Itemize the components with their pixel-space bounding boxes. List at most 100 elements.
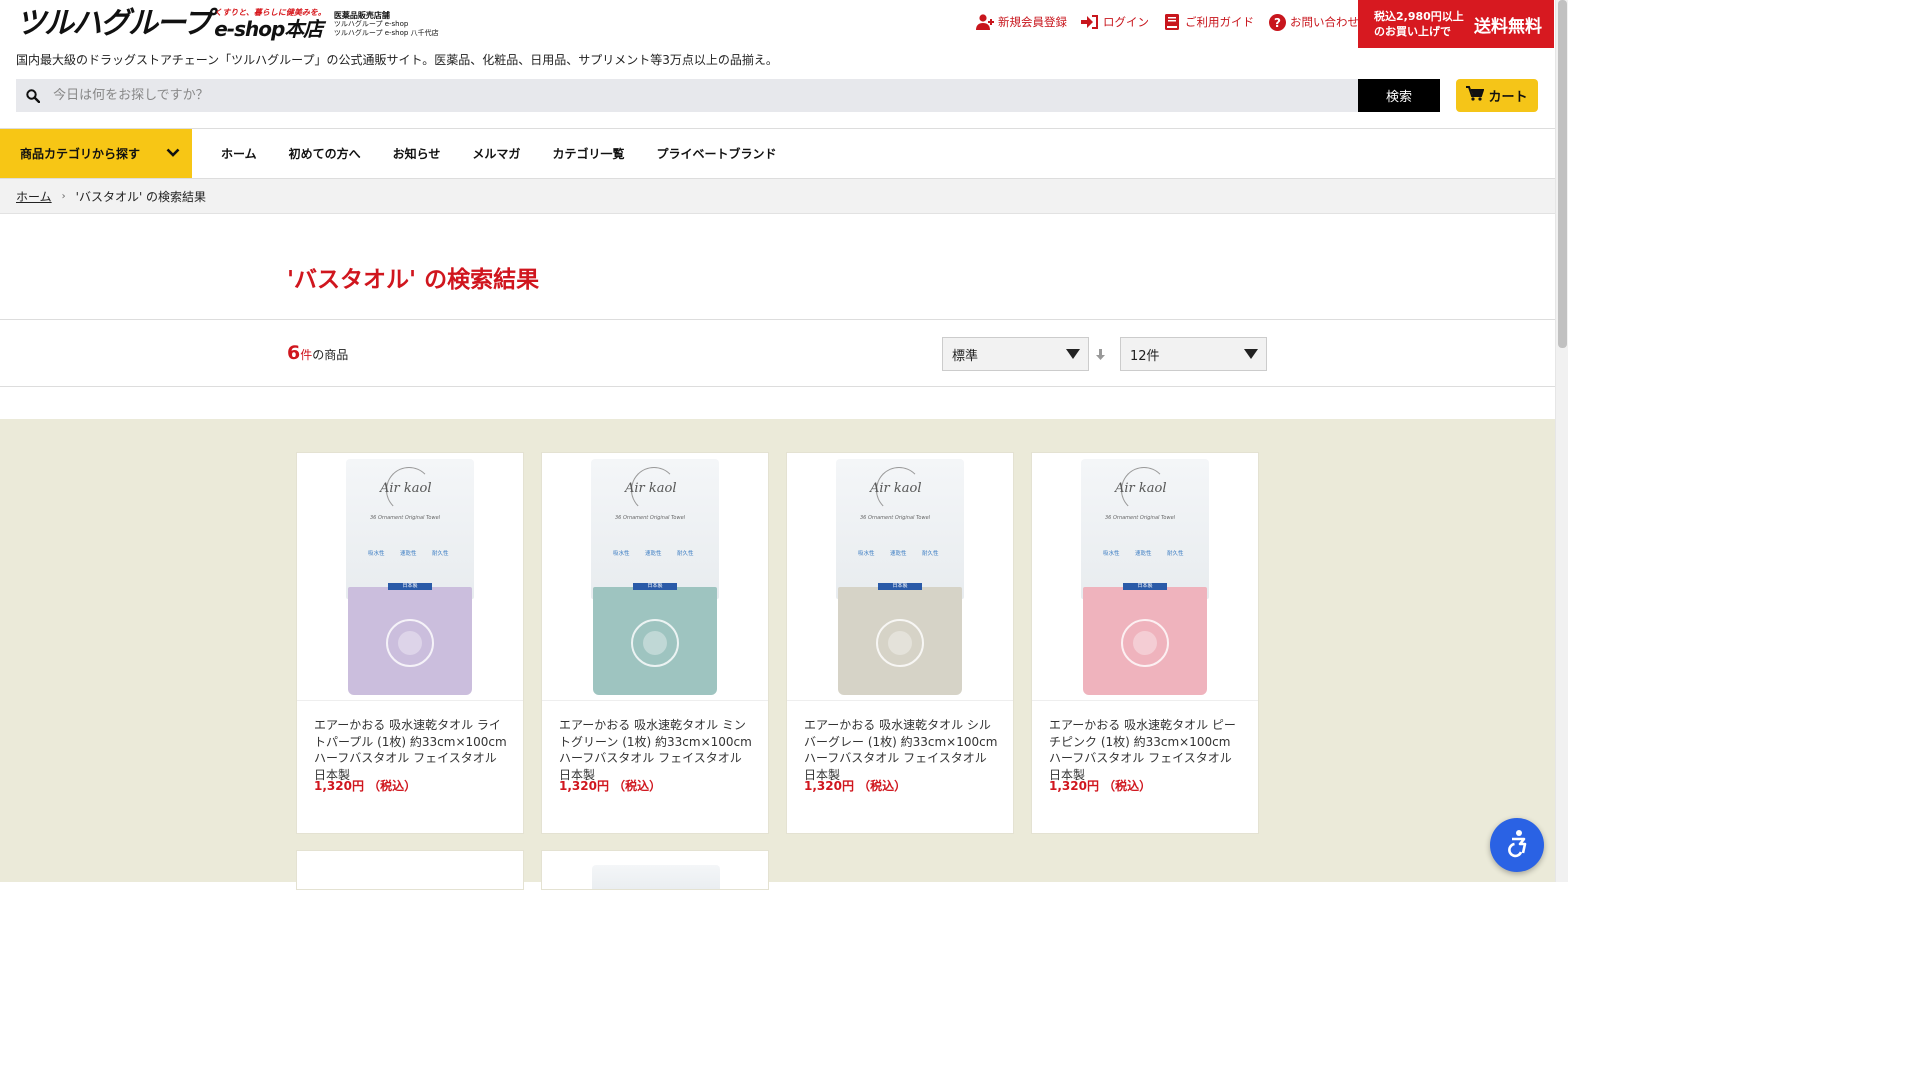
nav-link-newsletter[interactable]: メルマガ	[456, 145, 536, 162]
nav-link-categories[interactable]: カテゴリ一覧	[536, 145, 640, 162]
nav-link-private-brand[interactable]: プライベートブランド	[640, 145, 792, 162]
logo-license: 医薬品販売店舗	[333, 11, 390, 20]
product-name[interactable]: エアーかおる 吸水速乾タオル シルバーグレー (1枚) 約33cm×100cm …	[804, 717, 1000, 783]
page-title: 'バスタオル' の検索結果	[287, 267, 540, 293]
product-card[interactable]: Air kaol 36 Ornament Original Towel 吸水性 …	[1031, 452, 1259, 834]
breadcrumb-home[interactable]: ホーム	[16, 188, 52, 205]
sort-select-value: 標準	[952, 348, 979, 364]
package-made-in: 日本製	[388, 582, 432, 590]
register-label: 新規会員登録	[998, 15, 1067, 29]
nav-link-home[interactable]: ホーム	[205, 145, 273, 162]
search-button[interactable]: 検索	[1358, 79, 1440, 112]
product-card[interactable]	[296, 850, 524, 890]
nav-link-beginners[interactable]: 初めての方へ	[273, 145, 377, 162]
product-name[interactable]: エアーかおる 吸水速乾タオル ライトパープル (1枚) 約33cm×100cm …	[314, 717, 510, 783]
shipping-free-label: 送料無料	[1474, 16, 1542, 37]
cart-icon	[1466, 86, 1485, 105]
product-image[interactable]	[592, 865, 720, 889]
guide-icon	[1163, 13, 1181, 31]
product-name[interactable]: エアーかおる 吸水速乾タオル ピーチピンク (1枚) 約33cm×100cm ハ…	[1049, 717, 1245, 783]
scrollbar-thumb[interactable]	[1558, 0, 1567, 348]
package-brand: Air kaol	[870, 480, 922, 496]
site-header: ツルハグループ くすりと、暮らしに健美みを。 e-shop本店 医薬品販売店舗 …	[0, 0, 1555, 128]
package-made-in: 日本製	[1123, 582, 1167, 590]
package-feature: 吸水性	[858, 550, 875, 557]
product-name[interactable]: エアーかおる 吸水速乾タオル ミントグリーン (1枚) 約33cm×100cm …	[559, 717, 755, 783]
user-add-icon	[976, 13, 994, 31]
search-bar	[16, 79, 1358, 112]
towel-package-image: Air kaol 36 Ornament Original Towel 吸水性 …	[346, 458, 474, 695]
site-logo[interactable]: ツルハグループ くすりと、暮らしに健美みを。 e-shop本店 医薬品販売店舗 …	[16, 8, 439, 41]
product-price: 1,320円 （税込）	[1049, 779, 1152, 793]
package-feature: 速乾性	[645, 550, 662, 557]
main-nav: 商品カテゴリから探す ホーム 初めての方へ お知らせ メルマガ カテゴリ一覧 プ…	[0, 128, 1555, 179]
package-feature: 吸水性	[613, 550, 630, 557]
package-feature: 耐久性	[922, 550, 939, 557]
package-feature: 速乾性	[890, 550, 907, 557]
chevron-down-icon	[166, 147, 180, 161]
package-brand: Air kaol	[1115, 480, 1167, 496]
logo-store1: ツルハグループ e-shop	[333, 20, 409, 28]
page-scrollbar[interactable]	[1555, 0, 1568, 882]
per-page-select[interactable]: 12件	[1120, 337, 1267, 371]
dropdown-arrow-icon	[1244, 349, 1258, 359]
contact-label: お問い合わせ	[1290, 15, 1359, 29]
package-sub: 36 Ornament Original Towel	[1105, 514, 1176, 521]
package-made-in: 日本製	[878, 582, 922, 590]
guide-label: ご利用ガイド	[1185, 15, 1254, 29]
accessibility-button[interactable]	[1490, 818, 1544, 872]
breadcrumb: ホーム › 'バスタオル' の検索結果	[0, 179, 1555, 214]
guide-link[interactable]: ご利用ガイド	[1163, 12, 1254, 32]
category-menu-button[interactable]: 商品カテゴリから探す	[0, 129, 192, 178]
cart-button[interactable]: カート	[1456, 79, 1538, 112]
category-menu-label: 商品カテゴリから探す	[20, 147, 141, 161]
package-feature: 速乾性	[400, 550, 417, 557]
register-link[interactable]: 新規会員登録	[976, 12, 1067, 32]
package-sub: 36 Ornament Original Towel	[370, 514, 441, 521]
package-brand: Air kaol	[625, 480, 677, 496]
product-card[interactable]: Air kaol 36 Ornament Original Towel 吸水性 …	[296, 452, 524, 834]
login-link[interactable]: ログイン	[1081, 12, 1149, 32]
towel-package-image: Air kaol 36 Ornament Original Towel 吸水性 …	[591, 458, 719, 695]
contact-link[interactable]: ? お問い合わせ	[1268, 12, 1359, 32]
sort-select[interactable]: 標準	[942, 337, 1089, 371]
product-grid: Air kaol 36 Ornament Original Towel 吸水性 …	[0, 419, 1555, 890]
product-image[interactable]: Air kaol 36 Ornament Original Towel 吸水性 …	[1032, 453, 1258, 701]
search-icon	[16, 88, 49, 103]
svg-text:?: ?	[1274, 16, 1281, 30]
package-made-in: 日本製	[633, 582, 677, 590]
shipping-condition: 税込2,980円以上のお買い上げで	[1374, 10, 1464, 38]
dropdown-arrow-icon	[1066, 349, 1080, 359]
result-count-unit: 件	[300, 348, 313, 362]
search-input[interactable]	[53, 88, 1358, 103]
package-feature: 吸水性	[368, 550, 385, 557]
product-card[interactable]	[541, 850, 769, 890]
package-sub: 36 Ornament Original Towel	[615, 514, 686, 521]
login-label: ログイン	[1103, 15, 1149, 29]
product-card[interactable]: Air kaol 36 Ornament Original Towel 吸水性 …	[786, 452, 1014, 834]
package-feature: 耐久性	[432, 550, 449, 557]
top-links: 新規会員登録 ログイン ご利用ガイド ? お問い合わせ	[976, 12, 1359, 32]
package-feature: 速乾性	[1135, 550, 1152, 557]
nav-link-news[interactable]: お知らせ	[377, 145, 457, 162]
product-price: 1,320円 （税込）	[804, 779, 907, 793]
free-shipping-banner[interactable]: 税込2,980円以上のお買い上げで 送料無料	[1358, 0, 1554, 48]
product-image[interactable]: Air kaol 36 Ornament Original Towel 吸水性 …	[542, 453, 768, 701]
accessibility-icon	[1502, 828, 1532, 862]
cart-label: カート	[1488, 90, 1528, 105]
product-image[interactable]: Air kaol 36 Ornament Original Towel 吸水性 …	[787, 453, 1013, 701]
product-card[interactable]: Air kaol 36 Ornament Original Towel 吸水性 …	[541, 452, 769, 834]
result-count-number: 6	[287, 342, 301, 364]
package-sub: 36 Ornament Original Towel	[860, 514, 931, 521]
package-feature: 吸水性	[1103, 550, 1120, 557]
result-toolbar: 6件の商品 標準 12件	[0, 319, 1555, 387]
logo-store2: ツルハグループ e-shop 八千代店	[333, 29, 439, 37]
product-image[interactable]: Air kaol 36 Ornament Original Towel 吸水性 …	[297, 453, 523, 701]
package-brand: Air kaol	[380, 480, 432, 496]
result-count-suffix: の商品	[312, 348, 349, 362]
sort-direction-icon[interactable]	[1096, 346, 1105, 365]
login-icon	[1081, 13, 1099, 31]
package-feature: 耐久性	[1167, 550, 1184, 557]
towel-package-image: Air kaol 36 Ornament Original Towel 吸水性 …	[1081, 458, 1209, 695]
help-icon: ?	[1268, 13, 1286, 31]
